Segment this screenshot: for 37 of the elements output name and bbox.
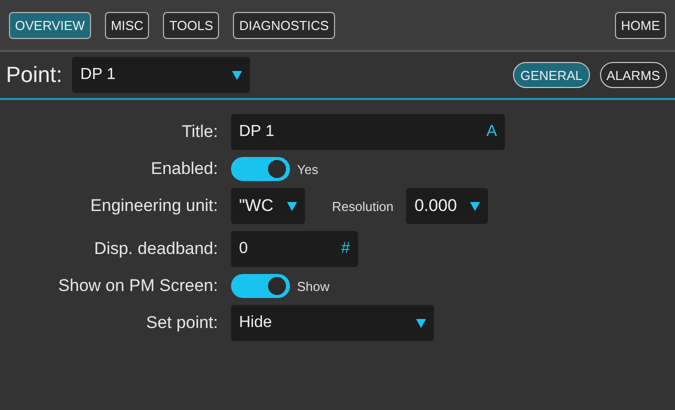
input-type-glyph: A bbox=[486, 123, 497, 141]
dropdown[interactable]: Hide bbox=[231, 305, 434, 341]
section-tab[interactable]: ALARMS bbox=[600, 62, 667, 88]
field-label: Resolution bbox=[332, 198, 394, 214]
input-value: DP 1 bbox=[239, 123, 274, 141]
field-label: Title: bbox=[180, 122, 218, 142]
dropdown-arrow-icon bbox=[287, 202, 297, 210]
point-label: Point: bbox=[6, 62, 62, 88]
nav-tab[interactable]: OVERVIEW bbox=[9, 12, 91, 38]
toggle-caption: Show bbox=[297, 278, 330, 294]
dropdown-value: 0.000 bbox=[414, 196, 457, 216]
dropdown-value: DP 1 bbox=[80, 66, 116, 84]
input-field[interactable]: 0 # bbox=[231, 231, 358, 267]
field-label: Disp. deadband: bbox=[93, 239, 218, 259]
dropdown-arrow-icon bbox=[470, 202, 480, 210]
dropdown-value: Hide bbox=[239, 314, 272, 332]
input-field[interactable]: DP 1 A bbox=[231, 114, 505, 150]
dropdown[interactable]: "WC bbox=[231, 188, 305, 224]
dropdown-value: "WC bbox=[239, 196, 274, 216]
field-label: Engineering unit: bbox=[89, 196, 218, 216]
dropdown[interactable]: DP 1 bbox=[72, 57, 250, 93]
field-label: Set point: bbox=[145, 313, 218, 333]
nav-tab[interactable]: DIAGNOSTICS bbox=[233, 12, 335, 38]
nav-tab[interactable]: TOOLS bbox=[163, 12, 220, 38]
dropdown-arrow-icon bbox=[232, 70, 242, 80]
toggle-switch[interactable] bbox=[231, 157, 290, 181]
field-label: Enabled: bbox=[150, 159, 218, 179]
toggle-switch[interactable] bbox=[231, 274, 290, 298]
section-tab[interactable]: GENERAL bbox=[513, 62, 590, 88]
dropdown-arrow-icon bbox=[416, 318, 426, 328]
input-value: 0 bbox=[239, 240, 248, 258]
home-button[interactable]: HOME bbox=[615, 12, 666, 38]
field-label: Show on PM Screen: bbox=[57, 276, 218, 296]
toggle-caption: Yes bbox=[297, 162, 318, 176]
input-type-glyph: # bbox=[341, 240, 350, 258]
nav-tab[interactable]: MISC bbox=[104, 12, 150, 38]
dropdown[interactable]: 0.000 bbox=[406, 188, 488, 224]
